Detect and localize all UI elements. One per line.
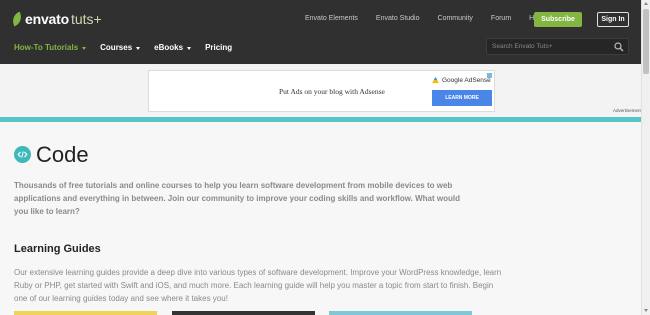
nav-pricing[interactable]: Pricing bbox=[205, 43, 232, 52]
search-icon[interactable] bbox=[614, 42, 624, 52]
sign-in-button[interactable]: Sign In bbox=[597, 12, 629, 27]
learning-guides-description: Our extensive learning guides provide a … bbox=[14, 268, 502, 303]
code-category-icon bbox=[14, 146, 31, 163]
search-input[interactable] bbox=[487, 39, 607, 54]
ad-zone: Put Ads on your blog with Adsense Google… bbox=[0, 64, 641, 117]
scroll-up-arrow-icon[interactable] bbox=[644, 2, 648, 5]
top-link-forum[interactable]: Forum bbox=[491, 15, 511, 22]
scroll-down-arrow-icon[interactable] bbox=[644, 309, 648, 312]
page-title: Code bbox=[36, 142, 89, 167]
guide-card[interactable] bbox=[172, 311, 315, 315]
top-links: Envato Elements Envato Studio Community … bbox=[305, 15, 562, 22]
nav-ebooks[interactable]: eBooks bbox=[154, 43, 192, 52]
chevron-down-icon bbox=[187, 46, 192, 50]
google-adsense-icon bbox=[432, 77, 439, 84]
nav-courses-label: Courses bbox=[100, 43, 133, 52]
top-link-community[interactable]: Community bbox=[438, 15, 473, 22]
main-nav: How-To Tutorials Courses eBooks Pricing bbox=[14, 43, 246, 52]
logo-envato-text: envato bbox=[25, 11, 69, 27]
nav-pricing-label: Pricing bbox=[205, 43, 233, 52]
category-intro: Thousands of free tutorials and online c… bbox=[14, 181, 460, 216]
ad-learn-more-button[interactable]: LEARN MORE bbox=[432, 90, 492, 106]
chevron-down-icon bbox=[136, 46, 141, 50]
adsense-brand: Google AdSense bbox=[432, 77, 491, 84]
learning-guides-heading: Learning Guides bbox=[14, 243, 101, 255]
page-scrollbar[interactable] bbox=[641, 0, 650, 315]
top-link-envato-elements[interactable]: Envato Elements bbox=[305, 15, 358, 22]
envato-leaf-icon bbox=[10, 11, 24, 27]
nav-how-to-tutorials[interactable]: How-To Tutorials bbox=[14, 43, 87, 52]
chevron-down-icon bbox=[82, 46, 87, 50]
guide-card[interactable] bbox=[14, 311, 157, 315]
nav-how-to-tutorials-label: How-To Tutorials bbox=[14, 43, 79, 52]
nav-courses[interactable]: Courses bbox=[100, 43, 141, 52]
top-link-envato-studio[interactable]: Envato Studio bbox=[376, 15, 420, 22]
code-brackets-icon bbox=[17, 151, 28, 158]
guide-card[interactable] bbox=[329, 311, 472, 315]
subscribe-button[interactable]: Subscribe bbox=[534, 12, 582, 27]
nav-ebooks-label: eBooks bbox=[154, 43, 184, 52]
ad-banner[interactable]: Put Ads on your blog with Adsense Google… bbox=[148, 70, 495, 112]
advertisement-label: Advertisement bbox=[613, 108, 642, 113]
logo-tuts-text: tuts+ bbox=[70, 11, 102, 27]
ad-text: Put Ads on your blog with Adsense bbox=[279, 87, 385, 96]
scrollbar-thumb[interactable] bbox=[643, 9, 649, 74]
envato-tuts-logo[interactable]: envato tuts+ bbox=[10, 10, 102, 28]
site-header: envato tuts+ Envato Elements Envato Stud… bbox=[0, 0, 641, 64]
search-box bbox=[486, 38, 629, 55]
adsense-brand-label: Google AdSense bbox=[442, 77, 491, 84]
